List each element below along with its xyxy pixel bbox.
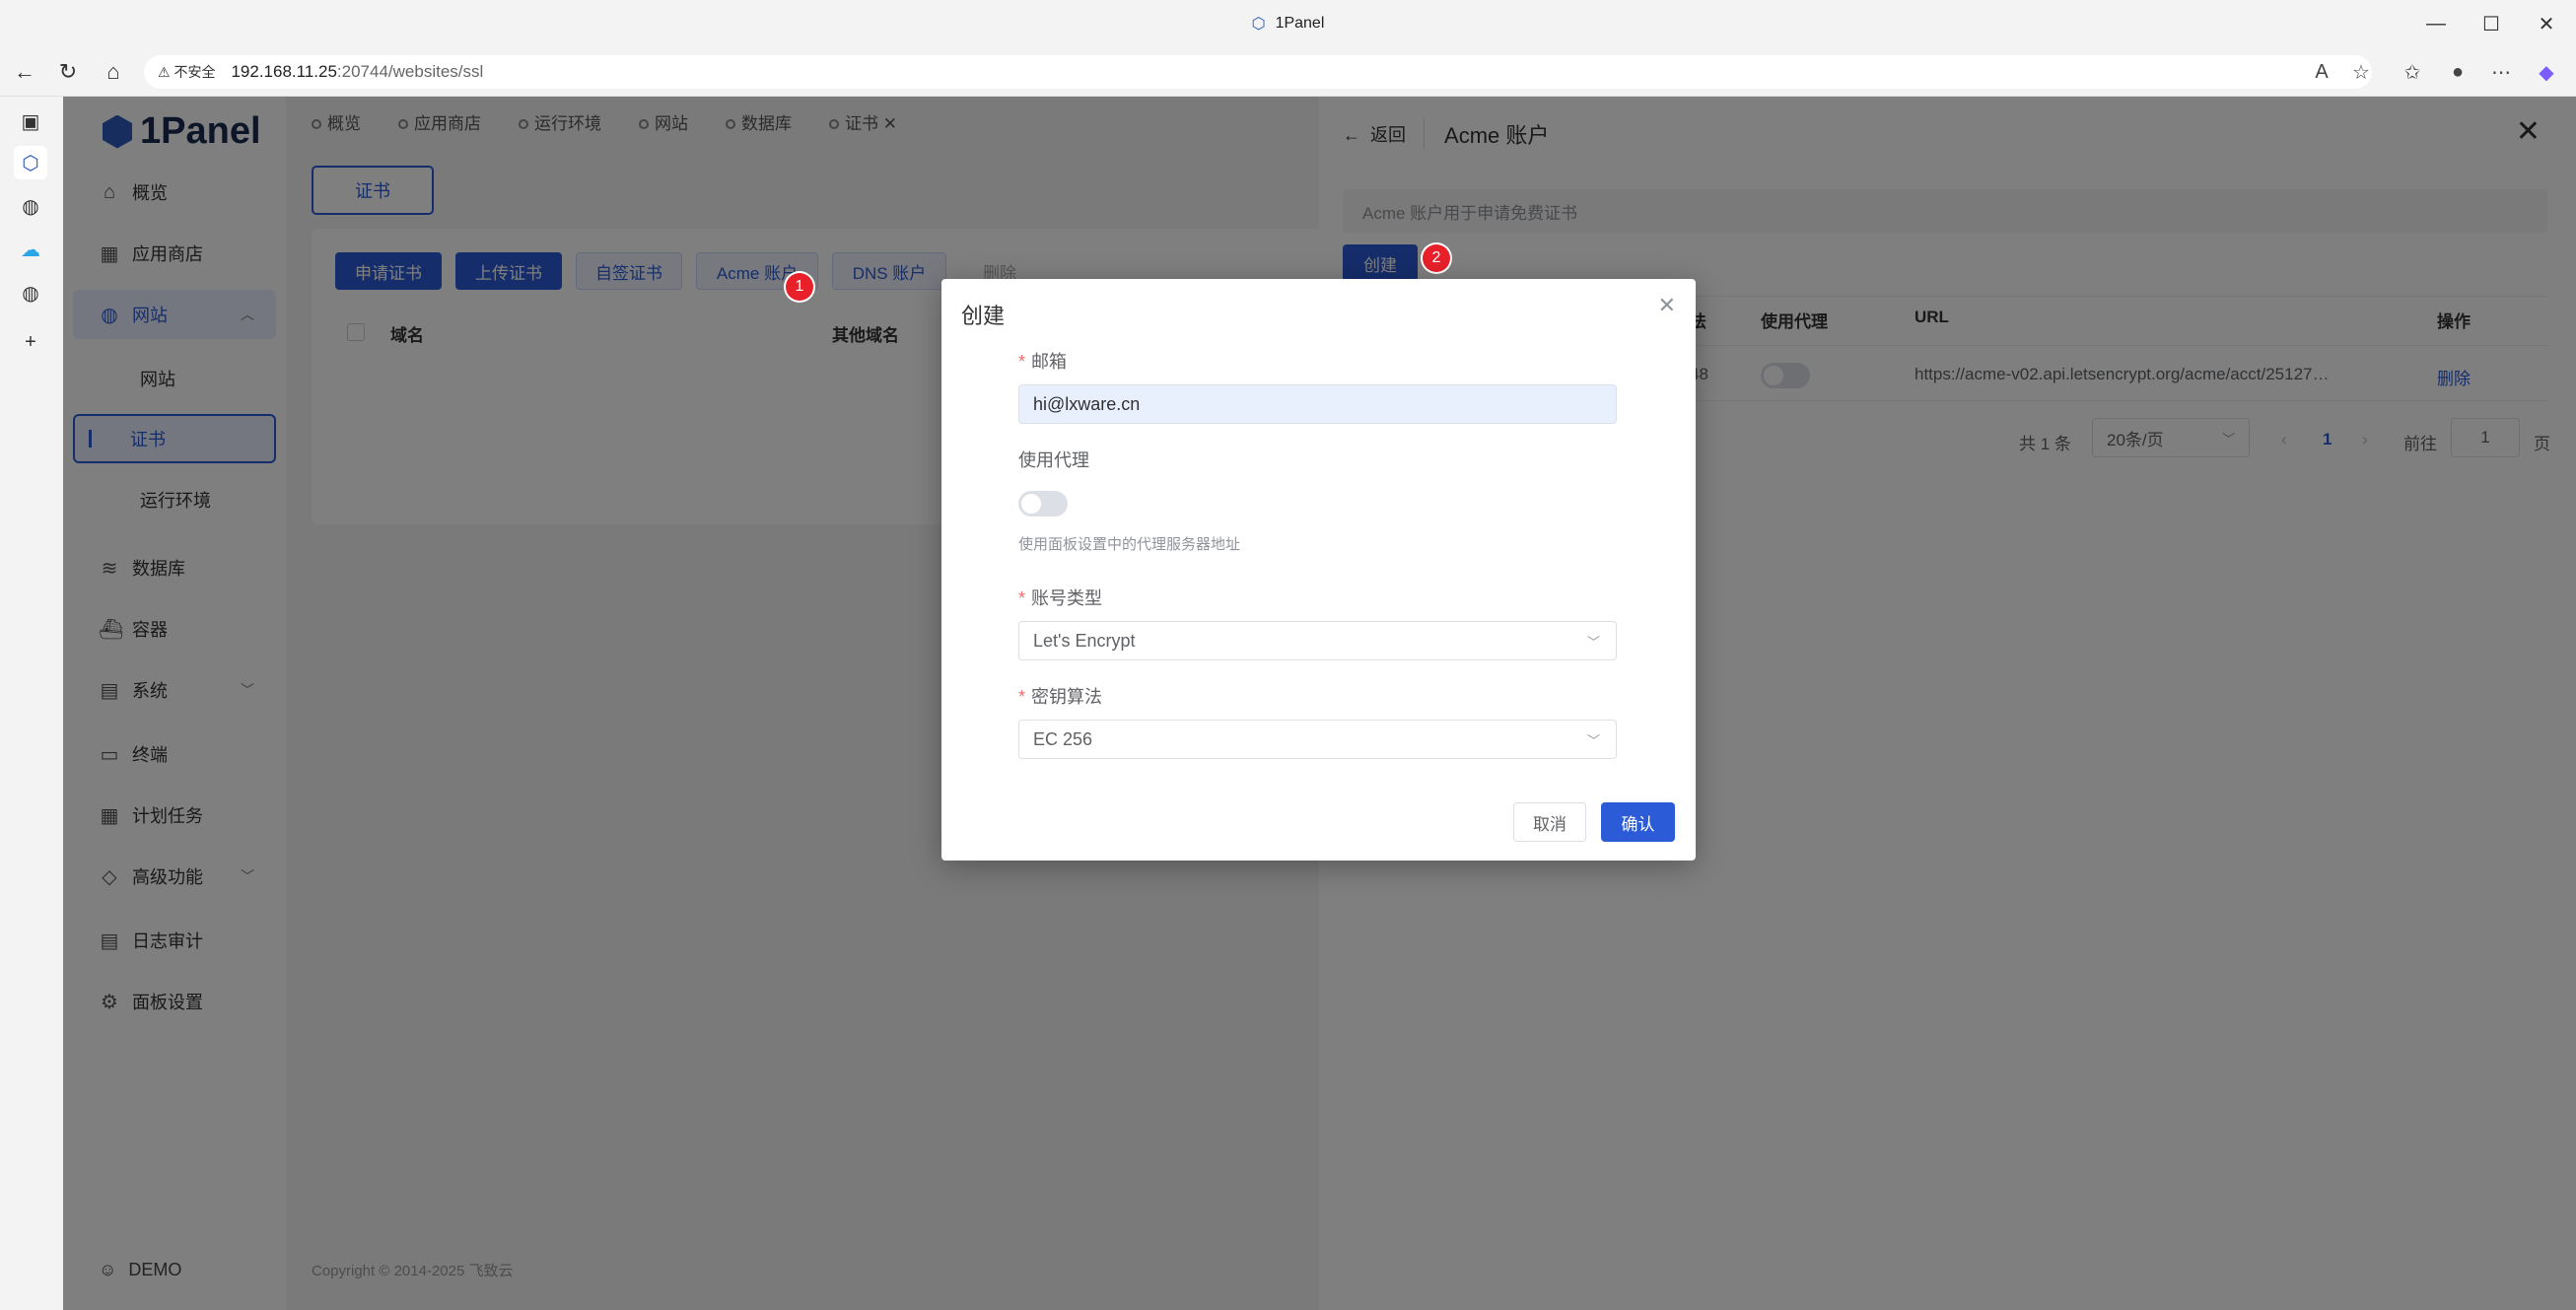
proxy-switch[interactable] <box>1018 491 1068 517</box>
url-path: :20744/websites/ssl <box>336 62 484 81</box>
url-host: 192.168.11.25 <box>231 62 337 81</box>
chevron-down-icon: ﹀ <box>1586 634 1600 650</box>
dialog-title: 创建 <box>961 304 1006 328</box>
account-type-label: * 账号类型 <box>1018 588 1103 608</box>
tab-globe-icon[interactable]: ◍ <box>14 189 47 223</box>
refresh-button[interactable]: ↻ <box>51 55 85 89</box>
proxy-label: 使用代理 <box>1018 450 1089 470</box>
copilot-icon[interactable]: ◆ <box>2530 55 2563 89</box>
back-button[interactable]: ← <box>8 55 41 89</box>
vertical-tab-strip: ▣ ⬡ ◍ ☁ ◍ + <box>0 97 63 1310</box>
url-bar[interactable]: ⚠ 不安全 192.168.11.25:20744/websites/ssl <box>144 55 2372 89</box>
window-title: 1Panel <box>1275 15 1325 32</box>
step-badge-2: 2 <box>1423 244 1450 272</box>
tab-panel-icon[interactable]: ▣ <box>14 104 47 138</box>
address-toolbar: ← ↻ ⌂ ⚠ 不安全 192.168.11.25:20744/websites… <box>0 47 2576 97</box>
read-aloud-icon[interactable]: A <box>2305 55 2338 89</box>
profile-avatar-icon[interactable]: ● <box>2441 55 2474 89</box>
app-favicon-icon: ⬡ <box>1251 16 1266 33</box>
account-type-select[interactable]: Let's Encrypt ﹀ <box>1018 621 1617 660</box>
proxy-hint: 使用面板设置中的代理服务器地址 <box>1018 536 1241 553</box>
step-badge-1: 1 <box>786 273 813 301</box>
email-label: * 邮箱 <box>1018 352 1068 372</box>
confirm-button[interactable]: 确认 <box>1601 802 1675 842</box>
dialog-close-icon[interactable]: ✕ <box>1658 293 1676 318</box>
create-account-dialog: 创建 ✕ * 邮箱 hi@lxware.cn 使用代理 使用面板设置中的代理服务器… <box>941 279 1696 861</box>
key-algo-label: * 密钥算法 <box>1018 687 1103 707</box>
tab-cloud-icon[interactable]: ☁ <box>14 233 47 266</box>
minimize-button[interactable]: — <box>2405 0 2467 47</box>
new-tab-icon[interactable]: + <box>14 325 47 359</box>
close-window-button[interactable]: ✕ <box>2516 0 2576 47</box>
home-button[interactable]: ⌂ <box>97 55 130 89</box>
security-warning[interactable]: ⚠ 不安全 <box>158 62 215 82</box>
favorites-icon[interactable]: ✩ <box>2396 55 2429 89</box>
favorite-star-icon[interactable]: ☆ <box>2344 55 2378 89</box>
maximize-button[interactable]: ☐ <box>2461 0 2522 47</box>
cancel-button[interactable]: 取消 <box>1513 802 1586 842</box>
key-algo-select[interactable]: EC 256 ﹀ <box>1018 720 1617 759</box>
tab-1panel-icon[interactable]: ⬡ <box>14 146 47 179</box>
window-titlebar: ⬡ 1Panel — ☐ ✕ <box>0 0 2576 47</box>
more-menu-icon[interactable]: ⋯ <box>2484 55 2518 89</box>
email-field[interactable]: hi@lxware.cn <box>1018 384 1617 424</box>
tab-globe-icon-2[interactable]: ◍ <box>14 276 47 310</box>
chevron-down-icon: ﹀ <box>1586 732 1600 748</box>
